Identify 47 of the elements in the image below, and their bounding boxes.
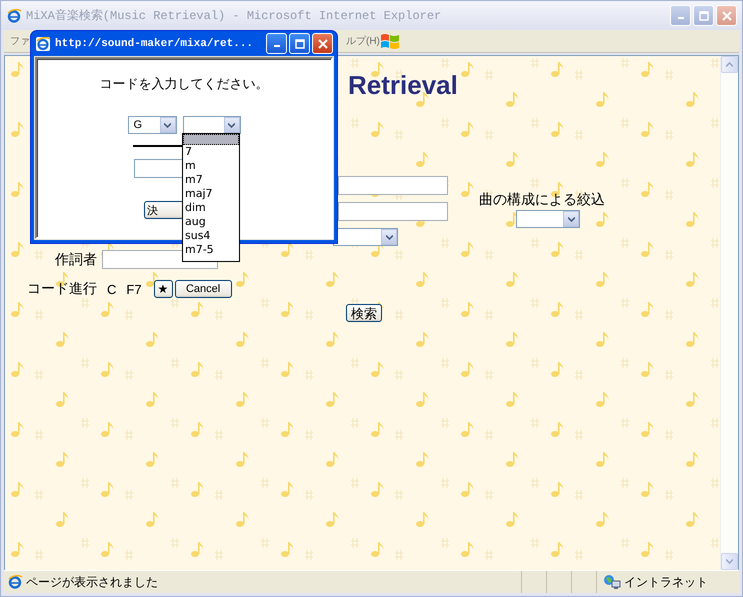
lyricist-label: 作詞者 [55,250,97,268]
structure-select[interactable] [516,210,580,228]
close-icon [318,38,328,48]
popup-title: http://sound-maker/mixa/ret... [55,38,254,50]
text-field[interactable] [338,202,448,221]
dropdown-option[interactable]: maj7 [183,187,239,201]
star-button[interactable]: ★ [154,280,173,298]
dropdown-select[interactable] [333,228,398,246]
minimize-button[interactable] [266,33,287,54]
chord-name: F7 [126,282,142,296]
root-note-select[interactable]: G [128,116,176,134]
maximize-button[interactable] [289,33,310,54]
dropdown-option[interactable]: m [183,159,239,173]
dropdown-option[interactable]: sus4 [183,229,239,243]
maximize-icon [294,38,304,48]
chord-name: C [107,282,116,296]
bass-note-field[interactable] [134,159,184,178]
scroll-down-button[interactable] [721,553,738,570]
chord-prompt: コードを入力してください。 [100,75,268,93]
page-heading: Retrieval [348,70,459,102]
close-button[interactable] [312,33,333,54]
scroll-up-icon [726,62,733,67]
dropdown-option[interactable]: aug [183,215,239,229]
status-message: ページが表示されました [26,574,158,590]
filter-label: 曲の構成による絞込 [479,191,605,209]
dropdown-option[interactable]: m7-5 [183,243,239,257]
dropdown-option[interactable]: 7 [183,145,239,159]
network-globe-icon [603,574,621,590]
window-title: MiXA音楽検索(Music Retrieval) - Microsoft Internet Explorer [26,8,442,24]
close-icon [722,10,732,20]
maximize-icon [698,10,708,20]
chord-progression-label: コード進行 [27,280,97,298]
chord-type-select[interactable] [182,116,240,134]
scroll-down-icon [726,559,733,564]
windows-logo-icon [380,32,400,50]
browser-page-icon [6,8,22,24]
search-button[interactable]: 検索 [346,304,382,322]
cancel-button[interactable]: Cancel [174,280,232,298]
dropdown-option[interactable]: dim [183,201,239,215]
dropdown-option[interactable]: m7 [183,173,239,187]
confirm-button[interactable]: 決 [144,201,184,219]
blank-option[interactable] [183,134,239,145]
security-zone: イントラネット [624,574,708,590]
scroll-up-button[interactable] [721,56,738,73]
browser-page-icon [7,574,23,590]
browser-page-icon [35,36,51,52]
text-field[interactable] [338,176,448,195]
